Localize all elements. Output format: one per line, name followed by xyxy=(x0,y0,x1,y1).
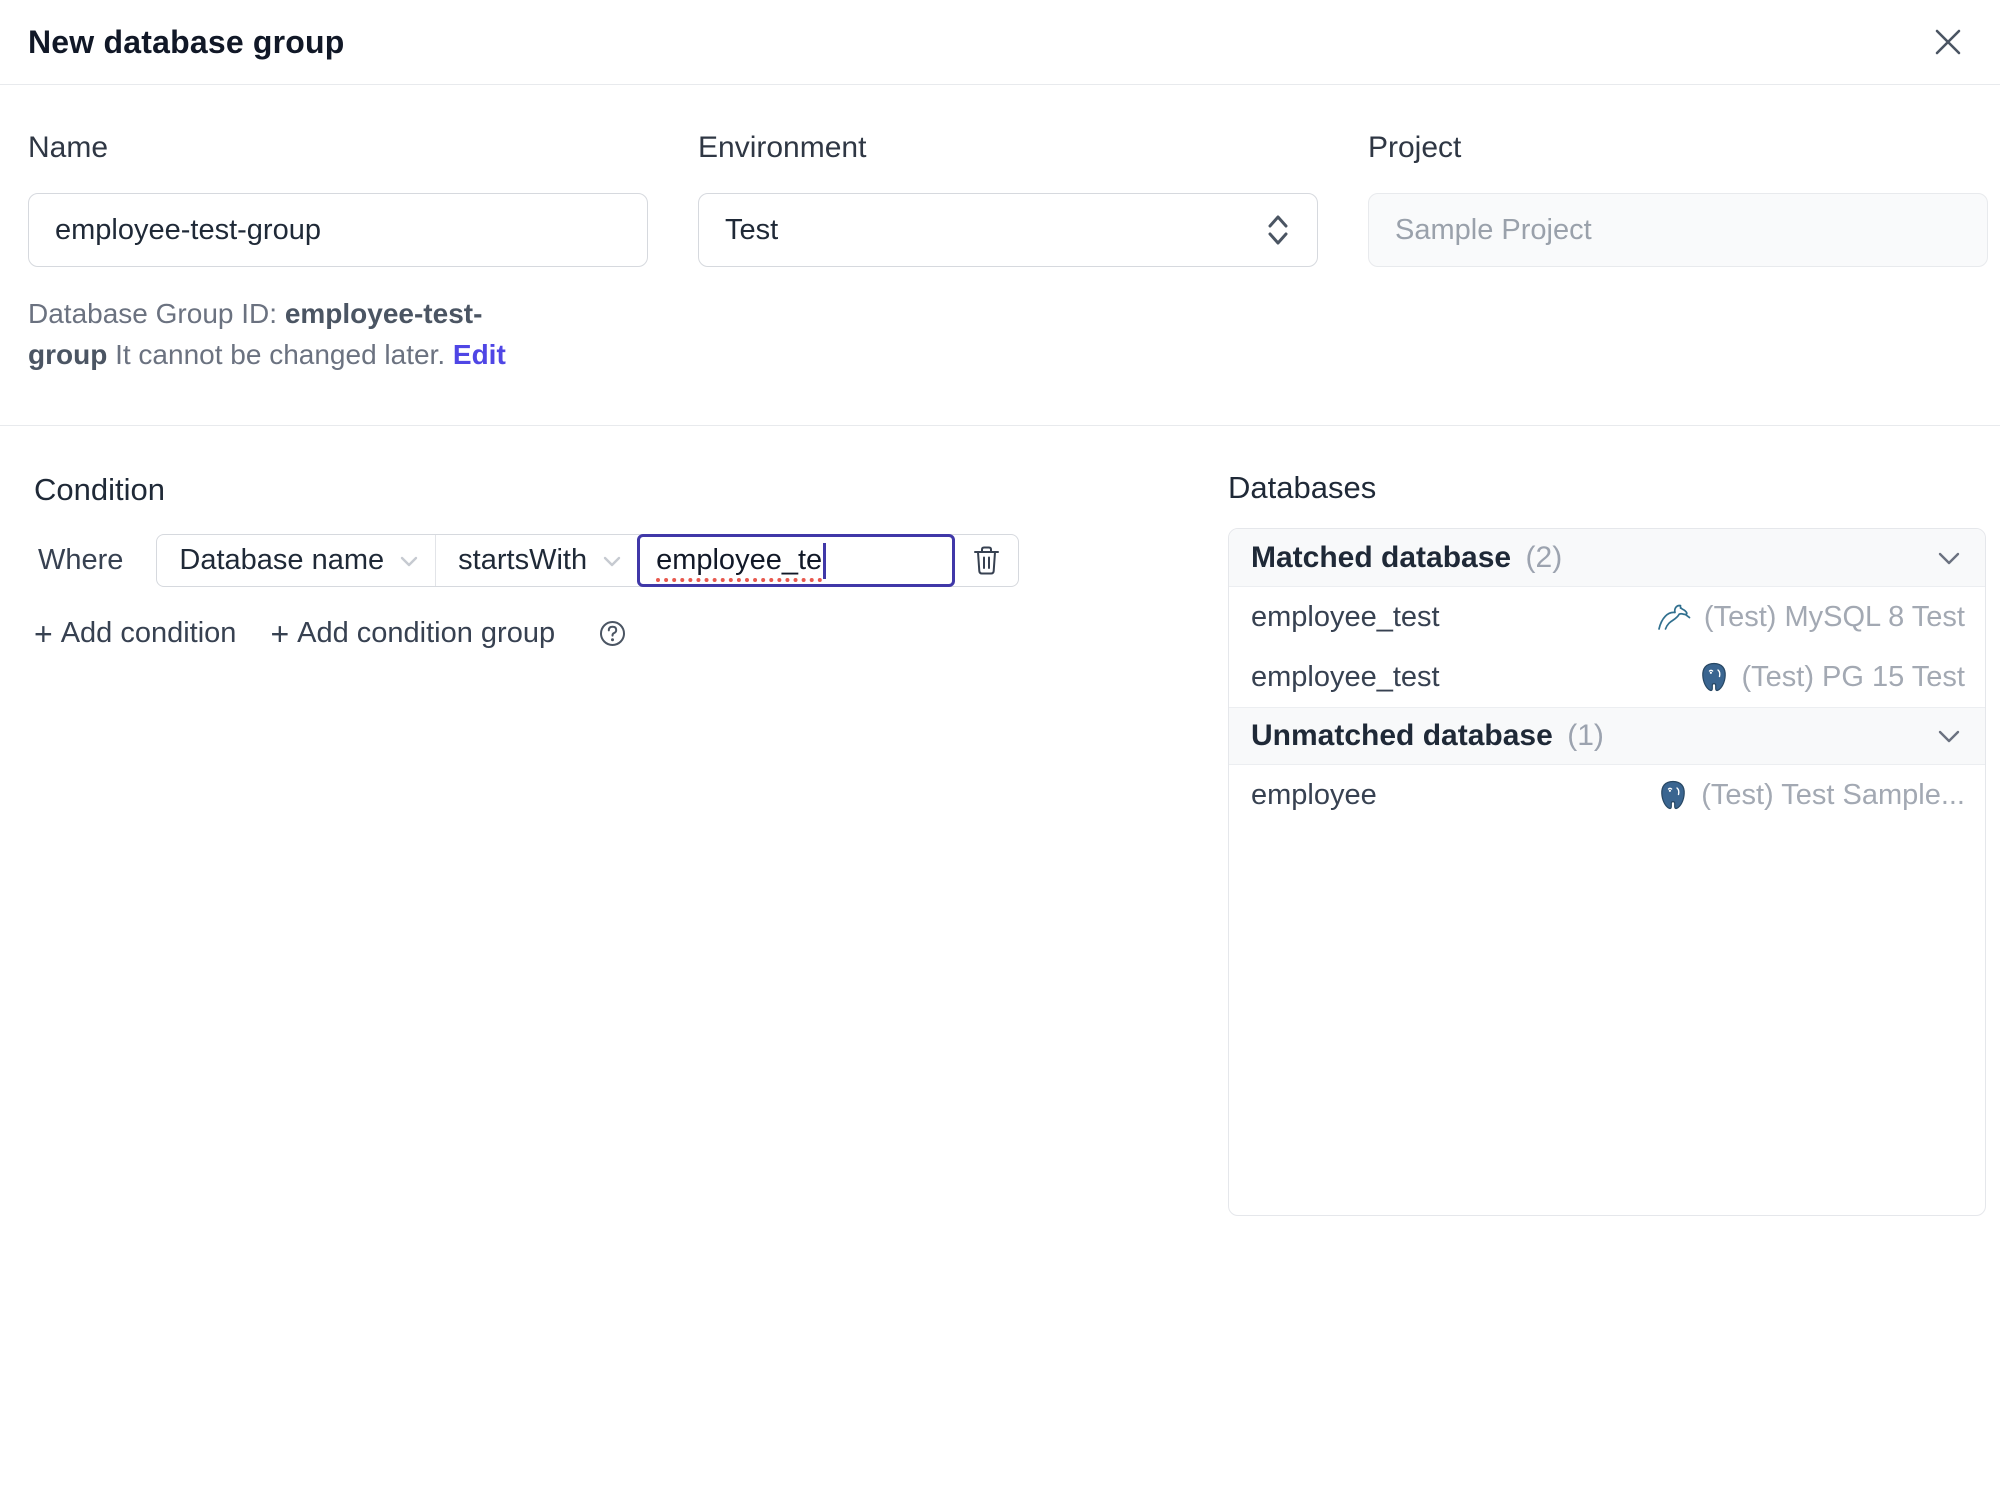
environment-select[interactable]: Test xyxy=(698,193,1318,267)
project-field-block: Project Sample Project xyxy=(1368,131,1988,267)
group-id-note-prefix: Database Group ID: xyxy=(28,298,285,329)
postgresql-icon xyxy=(1661,780,1686,810)
instance-label: (Test) MySQL 8 Test xyxy=(1703,600,1965,633)
database-row: employee (Test) Test Sample... xyxy=(1251,778,1965,812)
unmatched-database-header[interactable]: Unmatched database (1) xyxy=(1229,707,1985,765)
condition-operator-select[interactable]: startsWith xyxy=(435,535,638,586)
plus-icon: + xyxy=(34,615,53,652)
plus-icon: + xyxy=(270,615,290,652)
instance-info: (Test) MySQL 8 Test xyxy=(1656,601,1965,634)
add-condition-button[interactable]: + Add condition xyxy=(34,617,236,650)
databases-panel: Matched database (2) employee_test (Test… xyxy=(1228,528,1986,1216)
name-field-block: Name employee-test-group xyxy=(28,131,648,267)
instance-label: (Test) PG 15 Test xyxy=(1741,660,1966,693)
add-condition-label: Add condition xyxy=(60,617,237,649)
edit-group-id-link[interactable]: Edit xyxy=(453,339,506,370)
unmatched-database-title: Unmatched database (1) xyxy=(1251,719,1604,752)
condition-row: Where Database name startsWith employee_… xyxy=(34,534,1228,587)
help-button[interactable] xyxy=(599,620,626,647)
condition-value-text: employee_te xyxy=(656,544,823,576)
databases-section: Databases Matched database (2) employee_… xyxy=(1228,426,1986,1216)
add-condition-group-label: Add condition group xyxy=(297,617,556,649)
matched-database-title: Matched database (2) xyxy=(1251,540,1563,574)
condition-field-value: Database name xyxy=(179,544,385,576)
condition-field-select[interactable]: Database name xyxy=(157,535,435,586)
group-id-note: Database Group ID: employee-test-group I… xyxy=(28,293,533,375)
condition-expression-group: Database name startsWith employee_te xyxy=(156,534,1020,587)
matched-database-count: (2) xyxy=(1525,540,1563,574)
environment-field-block: Environment Test xyxy=(698,131,1318,267)
condition-section: Condition Where Database name startsWith xyxy=(0,426,1228,650)
add-condition-group-button[interactable]: + Add condition group xyxy=(270,617,555,650)
project-label: Project xyxy=(1368,131,1462,164)
database-row: employee_test (Test) MySQL 8 Test xyxy=(1251,600,1965,634)
chevron-down-icon xyxy=(1938,552,1960,564)
matched-database-header[interactable]: Matched database (2) xyxy=(1229,529,1985,587)
environment-select-value: Test xyxy=(725,213,779,246)
header-divider xyxy=(0,84,2000,85)
project-input[interactable]: Sample Project xyxy=(1368,193,1988,267)
condition-value-input[interactable]: employee_te xyxy=(637,534,956,587)
main-content: Condition Where Database name startsWith xyxy=(0,426,2000,1216)
where-label: Where xyxy=(38,544,124,576)
database-row: employee_test (Test) PG 15 Test xyxy=(1251,660,1966,694)
project-input-value: Sample Project xyxy=(1395,213,1592,246)
name-input[interactable]: employee-test-group xyxy=(28,193,648,267)
unmatched-database-count: (1) xyxy=(1567,719,1604,752)
mysql-icon xyxy=(1658,604,1691,630)
condition-actions: + Add condition + Add condition group xyxy=(34,617,1228,650)
name-label: Name xyxy=(28,131,109,164)
close-icon xyxy=(1935,29,1961,55)
page-title: New database group xyxy=(28,23,345,60)
delete-condition-button[interactable] xyxy=(955,535,1018,586)
condition-heading: Condition xyxy=(34,472,165,507)
chevron-down-icon xyxy=(1938,730,1960,743)
unfold-chevrons-icon xyxy=(1268,215,1288,245)
dialog-header: New database group xyxy=(0,0,2000,84)
condition-operator-value: startsWith xyxy=(458,544,588,576)
question-circle-icon xyxy=(600,621,626,646)
trash-icon xyxy=(974,546,1000,575)
name-input-value: employee-test-group xyxy=(55,213,321,246)
instance-label: (Test) Test Sample... xyxy=(1701,778,1965,811)
group-id-note-suffix: It cannot be changed later. xyxy=(107,339,453,370)
instance-info: (Test) PG 15 Test xyxy=(1698,660,1966,694)
databases-heading: Databases xyxy=(1228,470,1377,505)
chevron-down-icon xyxy=(603,556,621,566)
close-button[interactable] xyxy=(1926,20,1970,64)
chevron-down-icon xyxy=(400,556,418,566)
postgresql-icon xyxy=(1701,662,1726,692)
environment-label: Environment xyxy=(698,131,867,164)
group-form: Name employee-test-group Environment Tes… xyxy=(28,131,1988,267)
instance-info: (Test) Test Sample... xyxy=(1657,779,1965,812)
text-cursor xyxy=(823,542,827,579)
